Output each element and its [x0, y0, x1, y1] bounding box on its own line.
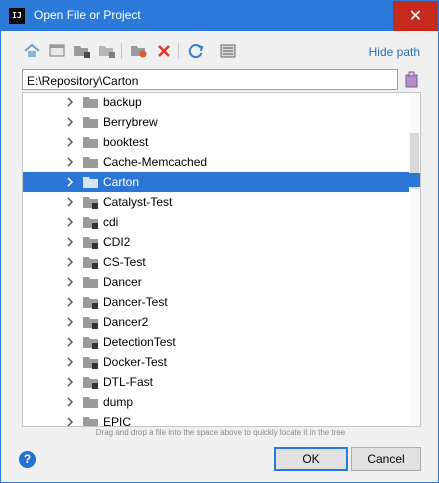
tree-row[interactable]: dump	[23, 392, 409, 412]
tree-item-label: Docker-Test	[103, 355, 168, 369]
delete-icon[interactable]	[154, 41, 174, 61]
hide-path-link[interactable]: Hide path	[369, 45, 420, 59]
path-input[interactable]	[23, 71, 397, 91]
home-icon[interactable]	[22, 41, 42, 61]
folder-icon	[83, 355, 98, 369]
tree-row[interactable]: Cache-Memcached	[23, 152, 409, 172]
tree-item-label: Dancer2	[103, 315, 149, 329]
tree-item-label: CDI2	[103, 235, 131, 249]
module-folder-icon[interactable]	[97, 41, 117, 61]
tree-row[interactable]: cdi	[23, 212, 409, 232]
intellij-app-icon: IJ	[9, 8, 25, 24]
folder-icon	[83, 235, 98, 249]
tree-item-label: DetectionTest	[103, 335, 176, 349]
tree-item-label: cdi	[103, 215, 119, 229]
tree-item-label: DTL-Fast	[103, 375, 154, 389]
toolbar-separator	[178, 43, 179, 59]
chevron-right-icon[interactable]	[66, 136, 74, 148]
path-history-icon[interactable]	[404, 70, 420, 88]
tree-item-label: backup	[103, 95, 142, 109]
open-file-dialog: IJ Open File or Project ✕ Hide path E:\R…	[0, 0, 439, 483]
chevron-right-icon[interactable]	[66, 256, 74, 268]
refresh-icon[interactable]	[186, 41, 206, 61]
chevron-right-icon[interactable]	[66, 396, 74, 408]
ok-button[interactable]: OK	[274, 447, 348, 471]
folder-icon	[83, 375, 98, 389]
tree-item-label: CS-Test	[103, 255, 146, 269]
chevron-right-icon[interactable]	[66, 356, 74, 368]
tree-row[interactable]: Dancer	[23, 272, 409, 292]
tree-row[interactable]: Dancer-Test	[23, 292, 409, 312]
tree-scrollbar[interactable]	[409, 93, 420, 426]
chevron-right-icon[interactable]	[66, 236, 74, 248]
chevron-right-icon[interactable]	[66, 296, 74, 308]
folder-icon	[83, 115, 98, 129]
show-hidden-icon[interactable]	[218, 41, 238, 61]
tree-item-label: Berrybrew	[103, 115, 158, 129]
folder-icon	[83, 415, 98, 426]
folder-icon	[83, 155, 98, 169]
chevron-right-icon[interactable]	[66, 276, 74, 288]
tree-item-label: booktest	[103, 135, 149, 149]
tree-row[interactable]: DTL-Fast	[23, 372, 409, 392]
drag-drop-hint: Drag and drop a file into the space abov…	[95, 428, 346, 437]
file-tree[interactable]: backup Berrybrew booktest Cache-Memcached Ca…	[22, 92, 421, 427]
tree-item-label: Cache-Memcached	[103, 155, 208, 169]
folder-icon	[83, 215, 98, 229]
tree-row[interactable]: Catalyst-Test	[23, 192, 409, 212]
tree-row[interactable]: booktest	[23, 132, 409, 152]
new-folder-icon[interactable]	[129, 41, 149, 61]
folder-icon	[83, 255, 98, 269]
tree-item-label: Catalyst-Test	[103, 195, 173, 209]
tree-item-label: Carton	[103, 175, 140, 189]
close-button[interactable]: ✕	[393, 1, 438, 31]
chevron-right-icon[interactable]	[66, 416, 74, 426]
tree-row[interactable]: CS-Test	[23, 252, 409, 272]
tree-item-label: Dancer-Test	[103, 295, 168, 309]
path-field-container	[22, 69, 398, 91]
chevron-right-icon[interactable]	[66, 336, 74, 348]
window-title: Open File or Project	[34, 8, 141, 22]
chevron-right-icon[interactable]	[66, 316, 74, 328]
tree-row[interactable]: Docker-Test	[23, 352, 409, 372]
tree-item-label: dump	[103, 395, 134, 409]
title-bar: IJ Open File or Project ✕	[1, 1, 438, 31]
tree-row[interactable]: DetectionTest	[23, 332, 409, 352]
tree-row[interactable]: CDI2	[23, 232, 409, 252]
chevron-right-icon[interactable]	[66, 96, 74, 108]
project-folder-icon[interactable]	[72, 41, 92, 61]
help-icon[interactable]: ?	[19, 451, 36, 468]
scrollbar-selection-marker	[409, 173, 420, 187]
tree-item-label: Dancer	[103, 275, 142, 289]
chevron-right-icon[interactable]	[66, 216, 74, 228]
folder-icon	[83, 95, 98, 109]
cancel-button[interactable]: Cancel	[351, 447, 421, 471]
chevron-right-icon[interactable]	[66, 116, 74, 128]
folder-icon	[83, 275, 98, 289]
tree-item-label: EPIC	[103, 415, 132, 427]
folder-icon	[83, 335, 98, 349]
folder-icon	[83, 195, 98, 209]
folder-icon	[83, 395, 98, 409]
tree-row[interactable]: Carton	[23, 172, 409, 192]
chevron-right-icon[interactable]	[66, 376, 74, 388]
chevron-right-icon[interactable]	[66, 196, 74, 208]
chevron-right-icon[interactable]	[66, 156, 74, 168]
tree-row[interactable]: EPIC	[23, 412, 409, 427]
chevron-right-icon[interactable]	[66, 176, 74, 188]
tree-row[interactable]: backup	[23, 93, 409, 112]
folder-icon	[83, 135, 98, 149]
toolbar	[22, 41, 342, 63]
desktop-icon[interactable]	[47, 41, 67, 61]
toolbar-separator	[121, 43, 122, 59]
tree-row[interactable]: Berrybrew	[23, 112, 409, 132]
folder-icon	[83, 175, 98, 189]
folder-icon	[83, 295, 98, 309]
tree-row[interactable]: Dancer2	[23, 312, 409, 332]
folder-icon	[83, 315, 98, 329]
